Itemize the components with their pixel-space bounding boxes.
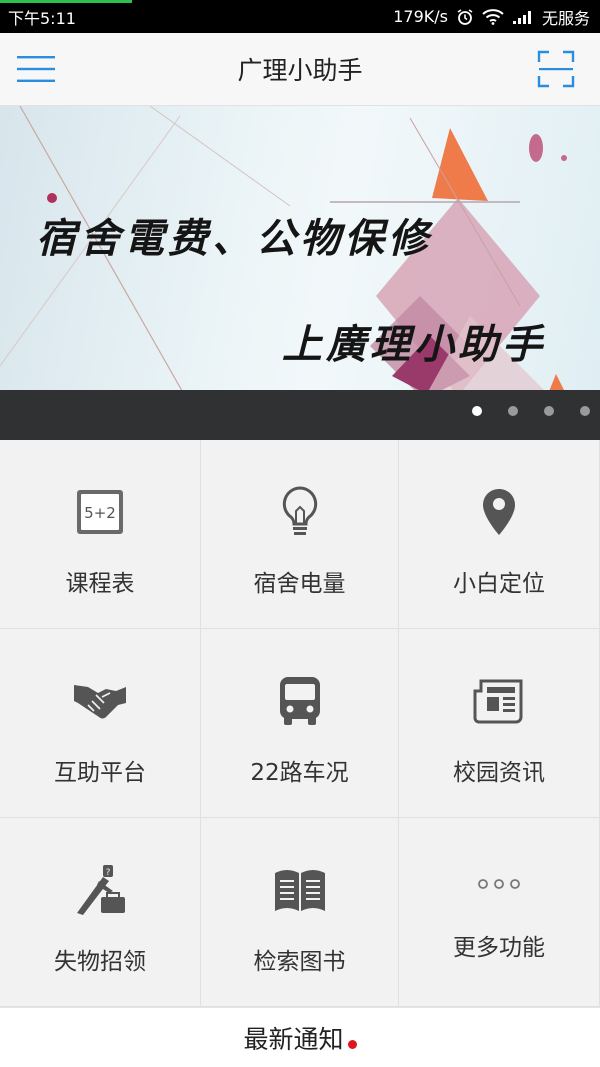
grid-item-label: 宿舍电量 — [253, 571, 346, 597]
banner-headline: 宿舍電费、公物保修 — [36, 215, 432, 262]
menu-button[interactable] — [16, 51, 56, 87]
latest-notice-bar[interactable]: 最新通知 — [0, 1007, 600, 1067]
signal-icon — [512, 10, 534, 24]
carousel-dot[interactable] — [472, 406, 482, 416]
status-time: 下午5:11 — [8, 8, 76, 28]
grid-item-mutual-help[interactable]: 互助平台 — [0, 629, 201, 818]
banner-subline: 上廣理小助手 — [282, 321, 546, 368]
open-book-icon — [272, 862, 328, 918]
bus-icon — [272, 673, 328, 729]
banner-footer — [0, 390, 600, 440]
lightbulb-icon — [272, 484, 328, 540]
grid-item-dorm-power[interactable]: 宿舍电量 — [201, 440, 399, 629]
feature-grid: 5+2 课程表 宿舍电量 小白定位 互助平台 22路车况 校园资讯 ? 失物招领… — [0, 440, 600, 1007]
carousel-dot[interactable] — [580, 406, 590, 416]
grid-item-timetable[interactable]: 5+2 课程表 — [0, 440, 201, 629]
scan-button[interactable] — [536, 49, 576, 89]
loading-progress — [0, 0, 132, 3]
grid-item-more[interactable]: 更多功能 — [399, 818, 600, 1007]
handshake-icon — [72, 673, 128, 729]
status-bar: 下午5:11 179K/s 无服务 — [0, 0, 600, 33]
wifi-icon — [482, 8, 504, 25]
calculator-board-icon: 5+2 — [72, 484, 128, 540]
umbrella-bag-icon: ? — [72, 862, 128, 918]
grid-item-label: 校园资讯 — [453, 760, 545, 786]
carrier-text: 无服务 — [541, 8, 590, 28]
svg-text:5+2: 5+2 — [84, 504, 116, 522]
alarm-icon — [456, 8, 474, 26]
grid-item-label: 更多功能 — [453, 935, 545, 961]
carousel-indicators — [472, 406, 590, 416]
network-speed: 179K/s — [393, 7, 448, 26]
latest-notice-label: 最新通知 — [243, 1024, 344, 1054]
carousel-dot[interactable] — [544, 406, 554, 416]
more-dots-icon — [471, 856, 527, 912]
grid-item-lost-found[interactable]: ? 失物招领 — [0, 818, 201, 1007]
grid-item-bus-22[interactable]: 22路车况 — [201, 629, 399, 818]
grid-item-label: 课程表 — [65, 571, 135, 597]
location-pin-icon — [471, 484, 527, 540]
page-title: 广理小助手 — [237, 56, 363, 85]
grid-item-label: 小白定位 — [453, 571, 545, 597]
grid-item-campus-news[interactable]: 校园资讯 — [399, 629, 600, 818]
scan-icon — [537, 50, 575, 88]
app-bar: 广理小助手 — [0, 33, 600, 106]
status-right: 179K/s 无服务 — [393, 5, 590, 29]
grid-item-location[interactable]: 小白定位 — [399, 440, 600, 629]
grid-item-label: 互助平台 — [54, 760, 146, 786]
newspaper-icon — [471, 673, 527, 729]
grid-item-book-search[interactable]: 检索图书 — [201, 818, 399, 1007]
unread-dot — [347, 1040, 357, 1049]
grid-item-label: 检索图书 — [253, 949, 346, 975]
carousel-dot[interactable] — [508, 406, 518, 416]
promo-banner[interactable]: 宿舍電费、公物保修 上廣理小助手 — [0, 106, 600, 440]
grid-item-label: 22路车况 — [250, 760, 349, 786]
menu-icon — [17, 56, 55, 82]
grid-item-label: 失物招领 — [54, 949, 146, 975]
svg-text:?: ? — [106, 868, 111, 878]
